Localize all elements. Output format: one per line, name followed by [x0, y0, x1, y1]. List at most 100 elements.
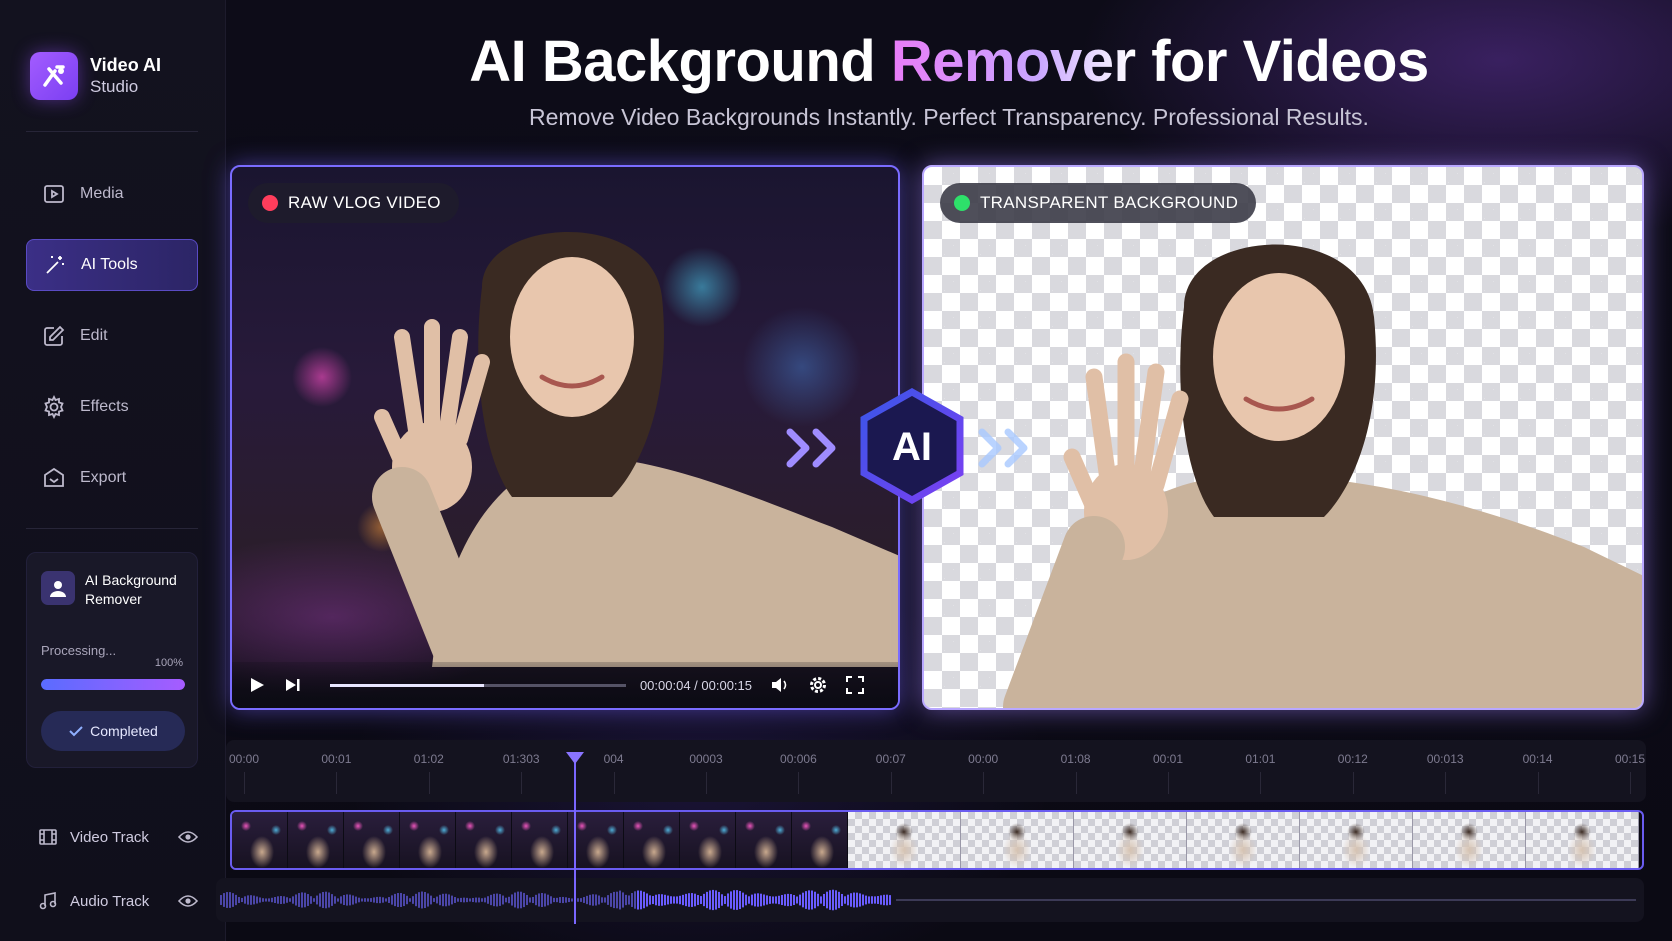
sidebar-item-edit[interactable]: Edit [26, 310, 198, 362]
waveform-bar [787, 893, 789, 907]
video-thumbnail [232, 812, 288, 868]
waveform-bar [853, 892, 855, 908]
play-icon[interactable] [248, 676, 266, 694]
waveform-bar [466, 897, 468, 903]
video-track-strip[interactable] [230, 810, 1644, 870]
waveform-bar [364, 898, 366, 902]
timeline-ruler[interactable]: 00:00 00:01 01:02 01:303 004 00003 00:006 00:07… [226, 740, 1646, 802]
waveform-bar [505, 897, 507, 903]
sidebar-item-label: AI Tools [81, 256, 138, 273]
waveform-bar [637, 890, 639, 910]
transparent-thumbnail [1187, 812, 1300, 868]
waveform-bar [238, 896, 240, 904]
completed-button[interactable]: Completed [41, 711, 185, 751]
waveform-bar [220, 895, 222, 905]
waveform-bar [289, 898, 291, 902]
timeline-tick [1537, 772, 1539, 794]
waveform-bar [451, 895, 453, 905]
waveform-bar [589, 894, 591, 906]
waveform-bar [874, 896, 876, 904]
waveform-bar [844, 896, 846, 904]
waveform-bar [358, 897, 360, 903]
waveform-bar [652, 895, 654, 905]
waveform-bar [718, 891, 720, 909]
sidebar-item-effects[interactable]: Effects [26, 381, 198, 433]
progress-percent: 100% [154, 657, 183, 669]
waveform-bar [421, 891, 423, 909]
page-title: AI Background Remover for Videos [226, 28, 1672, 95]
waveform-bar [463, 897, 465, 903]
waveform-bar [697, 895, 699, 905]
timeline-tick-label: 01:08 [1060, 752, 1091, 766]
skip-forward-icon[interactable] [284, 676, 302, 694]
waveform-bar [628, 895, 630, 905]
music-icon [38, 891, 60, 911]
audio-track-strip[interactable] [216, 878, 1644, 922]
waveform-bar [739, 890, 741, 910]
app-name: Video AI [90, 55, 162, 75]
waveform-bar [253, 895, 255, 905]
timeline-tick [244, 772, 245, 794]
waveform-bar [703, 893, 705, 907]
waveform-bar [478, 897, 480, 903]
playhead[interactable] [574, 752, 576, 924]
waveform-bar [664, 894, 666, 906]
transparent-thumbnail [848, 812, 961, 868]
waveform-bar [835, 890, 837, 910]
waveform-bar [760, 893, 762, 907]
waveform-bar [688, 893, 690, 907]
waveform-bar [436, 896, 438, 904]
waveform-bar [754, 893, 756, 907]
waveform-bar [871, 896, 873, 904]
sidebar-item-export[interactable]: Export [26, 452, 198, 504]
waveform-bar [310, 896, 312, 904]
waveform-bar [409, 898, 411, 902]
waveform-bar [427, 893, 429, 907]
playhead-handle-icon[interactable] [566, 752, 584, 764]
waveform-bar [376, 896, 378, 904]
waveform-bar [529, 897, 531, 903]
waveform-bar [334, 896, 336, 904]
waveform-bar [823, 893, 825, 907]
waveform-bar [616, 891, 618, 909]
waveform-bar [709, 890, 711, 910]
waveform-bar [355, 896, 357, 904]
fullscreen-icon[interactable] [846, 676, 864, 694]
waveform-bar [817, 893, 819, 907]
eye-icon[interactable] [178, 894, 198, 908]
waveform-bar [676, 896, 678, 904]
timeline-tick [983, 772, 985, 794]
waveform-bar [796, 896, 798, 904]
waveform-bar [775, 896, 777, 904]
settings-icon[interactable] [808, 675, 828, 695]
sidebar-item-ai-tools[interactable]: AI Tools [26, 239, 198, 291]
waveform-bar [847, 894, 849, 906]
transparent-thumbnail [961, 812, 1074, 868]
waveform-bar [712, 889, 714, 911]
waveform-bar [700, 896, 702, 904]
title-highlight: Remover [890, 29, 1136, 94]
waveform-bar [730, 891, 732, 909]
waveform-bar [325, 891, 327, 909]
waveform-bar [883, 894, 885, 906]
eye-icon[interactable] [178, 830, 198, 844]
waveform-bar [766, 895, 768, 905]
waveform-bar [412, 896, 414, 904]
volume-icon[interactable] [770, 676, 790, 694]
waveform-bar [706, 891, 708, 909]
seek-bar[interactable] [330, 683, 626, 687]
waveform-bar [223, 893, 225, 907]
timeline-tick [1260, 772, 1262, 794]
sidebar-item-media[interactable]: Media [26, 168, 198, 220]
user-icon [41, 571, 75, 605]
video-thumbnail [736, 812, 792, 868]
waveform-bar [265, 898, 267, 902]
timeline-tick-label: 00:14 [1522, 752, 1553, 766]
arrow-right-icon [978, 428, 1028, 468]
waveform-bar [340, 896, 342, 904]
waveform-bar [499, 894, 501, 906]
video-thumbnail [512, 812, 568, 868]
waveform-bar [349, 894, 351, 906]
waveform-bar [487, 896, 489, 904]
sidebar-item-label: Export [80, 469, 127, 486]
